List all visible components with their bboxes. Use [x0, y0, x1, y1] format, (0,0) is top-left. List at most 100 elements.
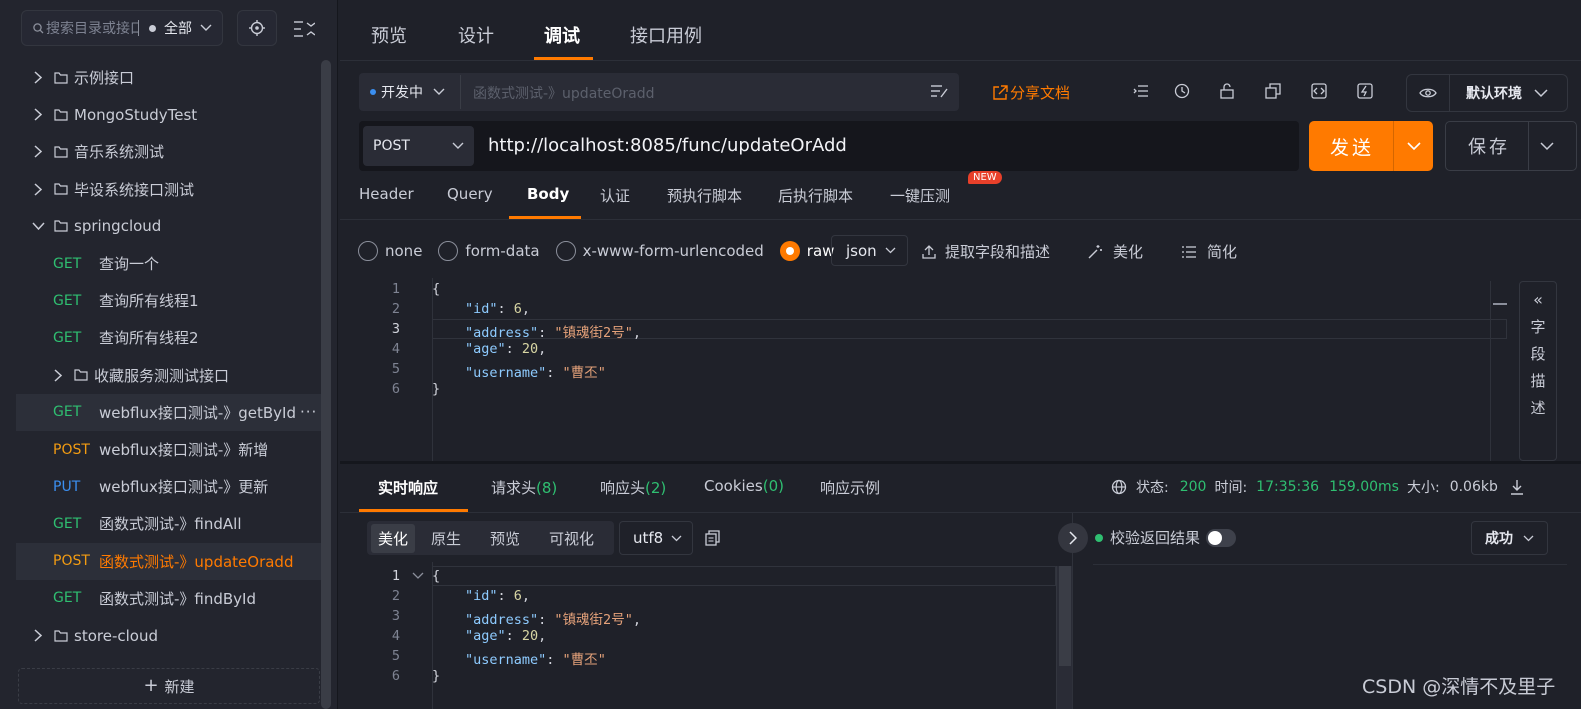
encoding-select[interactable]: utf8 — [619, 521, 693, 555]
more-icon[interactable]: ··· — [300, 403, 317, 421]
tab-response-example[interactable]: 响应示例 — [820, 477, 880, 498]
tab-stress-test[interactable]: 一键压测 — [890, 185, 950, 206]
method-select[interactable]: POST — [363, 126, 474, 166]
globe-icon[interactable] — [1111, 479, 1127, 495]
tree-api-label: webflux接口测试-》更新 — [99, 478, 269, 497]
collapse-tree-button[interactable] — [291, 16, 317, 42]
tab-preview[interactable]: 预览 — [371, 22, 407, 48]
locate-button[interactable] — [237, 10, 277, 46]
tab-pre-script[interactable]: 预执行脚本 — [667, 185, 742, 206]
tree-api-item[interactable]: GET webflux接口测试-》getById ··· — [16, 393, 322, 431]
tree-api-item[interactable]: POST webflux接口测试-》新增 — [16, 431, 322, 468]
tab-query[interactable]: Query — [447, 185, 493, 203]
view-preview[interactable]: 预览 — [490, 528, 520, 549]
radio-form-data[interactable] — [438, 241, 459, 261]
radio-raw[interactable] — [779, 241, 800, 261]
tree-folder-label: 示例接口 — [74, 69, 135, 87]
tab-debug[interactable]: 调试 — [544, 22, 580, 48]
fold-chevron-icon[interactable] — [412, 572, 424, 580]
outline-icon[interactable] — [1133, 84, 1149, 98]
radio-none-label: none — [385, 242, 423, 260]
send-button[interactable]: 发送 — [1309, 121, 1433, 171]
tab-request-headers[interactable]: 请求头(8) — [491, 477, 557, 498]
tree-folder[interactable]: springcloud — [16, 208, 322, 245]
new-button[interactable]: + 新建 — [18, 668, 320, 704]
api-name-input[interactable]: 函数式测试-》updateOradd — [473, 83, 655, 103]
copy-icon[interactable] — [705, 530, 721, 546]
extract-fields-button[interactable]: 提取字段和描述 — [921, 241, 1050, 262]
chevron-right-icon[interactable] — [30, 107, 46, 123]
env-select[interactable]: 默认环境 — [1406, 74, 1568, 112]
tree-api-item[interactable]: POST 函数式测试-》updateOradd — [16, 542, 322, 580]
radio-none[interactable] — [358, 241, 378, 261]
tab-cases[interactable]: 接口用例 — [630, 22, 702, 48]
code-icon[interactable] — [1311, 83, 1327, 99]
beautify-label: 美化 — [1113, 243, 1144, 261]
tree-api-item[interactable]: GET 函数式测试-》findById — [16, 580, 322, 617]
search-input[interactable]: 搜索目录或接口 — [46, 18, 138, 38]
chevron-down-icon[interactable] — [1407, 141, 1421, 151]
tree-folder[interactable]: 音乐系统测试 — [16, 133, 322, 170]
tree-folder[interactable]: MongoStudyTest — [16, 96, 322, 133]
method-badge: POST — [53, 441, 90, 458]
tree-api-label: 查询所有线程1 — [99, 292, 199, 311]
tree-api-item[interactable]: GET 查询所有线程1 — [16, 282, 322, 319]
tree-folder[interactable]: store-cloud — [16, 617, 322, 654]
share-docs-link[interactable]: 分享文档 — [992, 82, 1070, 103]
tab-auth[interactable]: 认证 — [600, 185, 630, 206]
eye-icon[interactable] — [1419, 87, 1437, 99]
chevron-down-icon[interactable] — [200, 24, 212, 32]
simplify-button[interactable]: 简化 — [1181, 241, 1237, 262]
flash-icon[interactable] — [1357, 83, 1373, 99]
copy-icon[interactable] — [1265, 83, 1281, 99]
editor-gutter-line — [432, 278, 433, 461]
method-badge: GET — [53, 255, 82, 272]
sidebar-scrollbar[interactable] — [321, 60, 331, 709]
view-raw[interactable]: 原生 — [431, 528, 461, 549]
radio-urlencoded[interactable] — [555, 241, 576, 261]
lock-icon[interactable] — [1220, 83, 1234, 99]
tree-folder[interactable]: 示例接口 — [16, 59, 322, 96]
tree-api-item[interactable]: PUT webflux接口测试-》更新 — [16, 468, 322, 505]
response-divider[interactable] — [340, 461, 1581, 464]
chevron-right-icon[interactable] — [30, 144, 46, 160]
filter-select[interactable]: 全部 — [164, 18, 192, 38]
validate-toggle[interactable] — [1206, 528, 1237, 547]
tab-header[interactable]: Header — [359, 185, 414, 203]
response-scrollbar[interactable] — [1056, 566, 1072, 709]
tab-post-script[interactable]: 后执行脚本 — [778, 185, 853, 206]
collapse-panel-button[interactable] — [1058, 523, 1088, 553]
result-select[interactable]: 成功 — [1471, 521, 1548, 555]
chevron-down-icon[interactable] — [1540, 141, 1554, 151]
tab-response-headers[interactable]: 响应头(2) — [600, 477, 666, 498]
search-box[interactable]: 搜索目录或接口 全部 — [21, 10, 223, 46]
view-visualize[interactable]: 可视化 — [549, 528, 594, 549]
chevron-right-icon[interactable] — [30, 70, 46, 86]
response-body-viewer[interactable]: 1 2 3 4 5 6 { "id": 6, "address": "镇魂街2号… — [340, 562, 1073, 709]
tree-folder[interactable]: 收藏服务测测试接口 — [16, 357, 322, 394]
view-beautify[interactable]: 美化 — [371, 523, 416, 553]
url-input[interactable]: http://localhost:8085/func/updateOrAdd — [488, 135, 847, 156]
chevron-down-icon[interactable] — [30, 218, 46, 234]
history-icon[interactable] — [1174, 83, 1190, 99]
tab-cookies[interactable]: Cookies(0) — [704, 477, 784, 495]
chevron-right-icon[interactable] — [30, 628, 46, 644]
tab-design[interactable]: 设计 — [458, 22, 494, 48]
chevron-right-icon[interactable] — [50, 367, 66, 383]
request-body-editor[interactable]: 1 2 3 4 5 6 { "id": 6, "address": "镇魂街2号… — [340, 278, 1510, 461]
tab-body[interactable]: Body — [527, 185, 569, 203]
editor-scrollbar[interactable] — [1490, 281, 1508, 461]
tree-api-item[interactable]: GET 查询一个 — [16, 245, 322, 282]
tree-api-item[interactable]: GET 查询所有线程2 — [16, 319, 322, 356]
tree-api-item[interactable]: GET 函数式测试-》findAll — [16, 505, 322, 542]
tab-realtime-response[interactable]: 实时响应 — [378, 477, 438, 498]
tree-folder[interactable]: 毕设系统接口测试 — [16, 171, 322, 208]
edit-lines-icon[interactable] — [930, 84, 948, 98]
status-select[interactable]: 开发中 — [361, 75, 461, 109]
chevron-right-icon[interactable] — [30, 181, 46, 197]
format-select[interactable]: json — [831, 235, 908, 266]
save-button[interactable]: 保存 — [1445, 121, 1577, 171]
download-icon[interactable] — [1510, 479, 1524, 495]
field-desc-panel[interactable]: « 字 段 描 述 — [1519, 281, 1557, 461]
beautify-button[interactable]: 美化 — [1087, 241, 1143, 262]
